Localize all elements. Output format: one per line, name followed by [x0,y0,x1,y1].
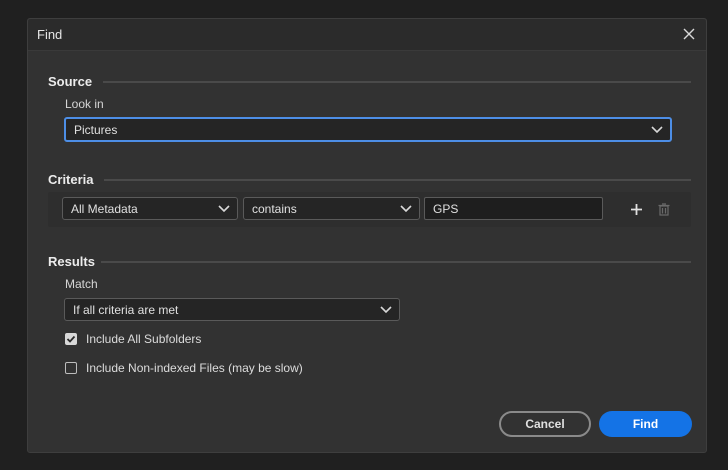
criteria-operator-dropdown[interactable]: contains [243,197,420,220]
trash-icon [658,202,670,216]
match-dropdown[interactable]: If all criteria are met [64,298,400,321]
criteria-section-label: Criteria [48,172,94,187]
add-criteria-button[interactable] [628,201,644,217]
chevron-down-icon [380,306,392,314]
find-dialog: Find Source Look in Pictures Criteria Al… [27,18,707,453]
dialog-title: Find [37,27,63,42]
match-value: If all criteria are met [73,302,179,317]
source-divider [103,81,691,83]
include-subfolders-checkbox[interactable] [65,333,77,345]
criteria-operator-value: contains [252,201,297,216]
cancel-button[interactable]: Cancel [499,411,591,437]
look-in-label: Look in [65,97,104,111]
plus-icon [630,203,642,215]
criteria-text-input[interactable]: GPS [424,197,603,220]
find-button[interactable]: Find [599,411,692,437]
results-divider [101,261,691,263]
look-in-value: Pictures [74,122,118,137]
include-nonindexed-checkbox[interactable] [65,362,77,374]
checkmark-icon [66,335,76,343]
match-label: Match [65,277,98,291]
close-button[interactable] [680,25,698,43]
source-section-label: Source [48,74,93,89]
look-in-dropdown[interactable]: Pictures [64,117,672,142]
chevron-down-icon [651,126,663,134]
criteria-divider [104,179,691,181]
close-icon [683,28,695,40]
title-bar: Find [28,19,706,51]
include-subfolders-label[interactable]: Include All Subfolders [86,332,201,346]
results-section-label: Results [48,254,95,269]
chevron-down-icon [400,205,412,213]
chevron-down-icon [218,205,230,213]
criteria-field-dropdown[interactable]: All Metadata [62,197,238,220]
criteria-field-value: All Metadata [71,201,138,216]
include-nonindexed-label[interactable]: Include Non-indexed Files (may be slow) [86,361,303,375]
criteria-text-value: GPS [433,201,459,216]
remove-criteria-button[interactable] [656,201,672,217]
